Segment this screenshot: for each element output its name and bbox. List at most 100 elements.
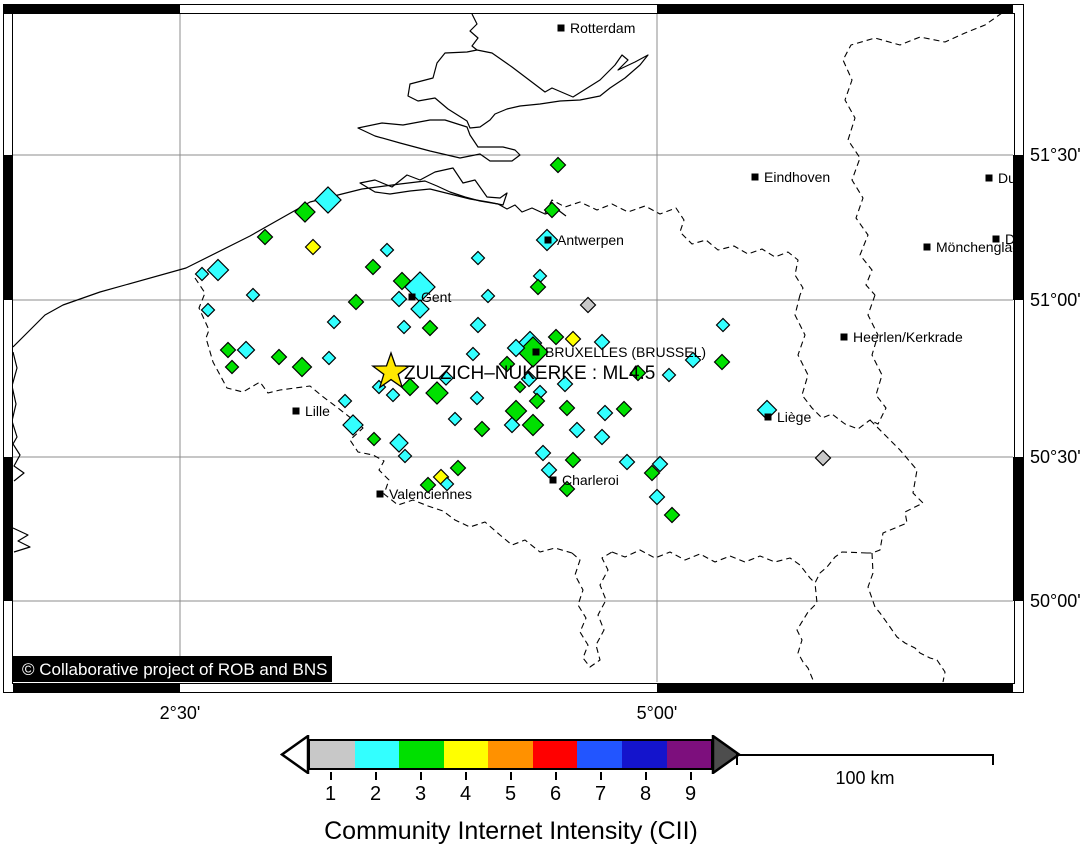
intensity-diamond[interactable]	[545, 203, 560, 218]
intensity-diamond[interactable]	[315, 187, 341, 213]
intensity-diamond[interactable]	[467, 348, 480, 361]
city-square-icon	[377, 491, 384, 498]
colorbar-number: 7	[581, 783, 621, 806]
intensity-diamond[interactable]	[295, 202, 315, 222]
colorbar-color-segment	[667, 741, 712, 768]
intensity-diamond[interactable]	[339, 395, 352, 408]
intensity-diamond[interactable]	[534, 270, 547, 283]
coastline	[408, 50, 648, 128]
frame-border-black-segment	[657, 5, 1013, 14]
intensity-diamond[interactable]	[202, 304, 215, 317]
epicenter-label: ZULZICH–NUKERKE : ML4.5	[404, 363, 655, 384]
intensity-diamond[interactable]	[366, 260, 381, 275]
colorbar-tick	[330, 772, 332, 780]
intensity-diamond[interactable]	[423, 321, 438, 336]
intensity-diamond[interactable]	[523, 415, 544, 436]
intensity-diamond[interactable]	[451, 461, 466, 476]
intensity-diamond[interactable]	[349, 295, 364, 310]
intensity-diamond[interactable]	[665, 508, 680, 523]
frame-border-black-segment	[4, 155, 13, 300]
intensity-diamond[interactable]	[551, 158, 566, 173]
intensity-diamond[interactable]	[426, 382, 448, 404]
city-square-icon	[533, 349, 540, 356]
intensity-diamond[interactable]	[272, 350, 287, 365]
intensity-diamond[interactable]	[595, 430, 610, 445]
intensity-diamond[interactable]	[328, 316, 341, 329]
intensity-diamond[interactable]	[570, 423, 585, 438]
intensity-diamond[interactable]	[368, 433, 381, 446]
intensity-diamond[interactable]	[471, 318, 486, 333]
city-label: Mönchengladbach	[936, 239, 1013, 255]
city-square-icon	[752, 174, 759, 181]
colorbar-segments	[308, 739, 713, 770]
intensity-diamond[interactable]	[650, 490, 665, 505]
map-area[interactable]: RotterdamEindhovenDuisburgAntwerpenDüsse…	[13, 14, 1013, 682]
intensity-diamond[interactable]	[663, 369, 676, 382]
city-label: Antwerpen	[557, 232, 624, 248]
intensity-diamond[interactable]	[506, 401, 527, 422]
country-border-dashed	[797, 552, 867, 680]
coastline	[13, 528, 30, 552]
intensity-diamond[interactable]	[531, 280, 546, 295]
copyright-banner: © Collaborative project of ROB and BNS	[13, 656, 332, 682]
intensity-diamond[interactable]	[392, 292, 407, 307]
intensity-diamond[interactable]	[221, 343, 236, 358]
colorbar-tick	[645, 772, 647, 780]
intensity-diamond[interactable]	[536, 446, 551, 461]
intensity-diamond[interactable]	[258, 230, 273, 245]
colorbar-number: 3	[401, 783, 441, 806]
intensity-diamond[interactable]	[717, 319, 730, 332]
intensity-diamond[interactable]	[399, 450, 412, 463]
intensity-diamond[interactable]	[482, 290, 495, 303]
intensity-diamond[interactable]	[238, 342, 255, 359]
city-square-icon	[293, 408, 300, 415]
city-square-icon	[409, 294, 416, 301]
intensity-diamond[interactable]	[475, 422, 490, 437]
frame-border-black-segment	[1013, 457, 1023, 601]
latitude-tick-label: 51°30'	[1030, 144, 1088, 166]
colorbar-left-arrow-icon	[280, 735, 310, 774]
city-label: Gent	[421, 289, 451, 305]
latitude-tick-label: 50°30'	[1030, 446, 1088, 468]
map-canvas[interactable]: RotterdamEindhovenDuisburgAntwerpenDüsse…	[13, 14, 1013, 682]
intensity-diamond[interactable]	[208, 260, 229, 281]
colorbar-number: 6	[536, 783, 576, 806]
city-label: Lille	[305, 403, 330, 419]
intensity-diamond[interactable]	[343, 415, 363, 435]
scale-bar-left-cap	[736, 754, 738, 765]
city-square-icon	[841, 334, 848, 341]
intensity-diamond[interactable]	[617, 402, 632, 417]
intensity-diamond[interactable]	[598, 406, 613, 421]
intensity-diamond[interactable]	[306, 240, 321, 255]
city-markers: RotterdamEindhovenDuisburgAntwerpenDüsse…	[293, 20, 1014, 502]
city-square-icon	[550, 477, 557, 484]
intensity-diamond[interactable]	[398, 321, 411, 334]
intensity-diamond[interactable]	[472, 252, 485, 265]
scale-bar-right-cap	[992, 754, 994, 765]
colorbar-number: 9	[671, 783, 711, 806]
intensity-diamond[interactable]	[542, 463, 557, 478]
colorbar-tick	[510, 772, 512, 780]
intensity-diamond[interactable]	[226, 361, 239, 374]
colorbar-number: 1	[311, 783, 351, 806]
frame-border-black-segment	[4, 5, 180, 14]
intensity-diamond[interactable]	[449, 413, 462, 426]
intensity-diamond[interactable]	[816, 451, 831, 466]
country-border-dashed	[612, 550, 815, 583]
intensity-diamond[interactable]	[323, 352, 336, 365]
intensity-diamond[interactable]	[549, 330, 564, 345]
intensity-diamond[interactable]	[471, 392, 484, 405]
frame-border-black-segment	[1013, 155, 1023, 300]
country-border-dashed	[867, 420, 923, 553]
intensity-diamond[interactable]	[566, 453, 581, 468]
intensity-diamond[interactable]	[560, 401, 575, 416]
intensity-diamond[interactable]	[196, 268, 209, 281]
country-border-dashed	[868, 295, 886, 424]
intensity-diamond[interactable]	[381, 244, 394, 257]
intensity-diamond[interactable]	[387, 389, 400, 402]
intensity-diamond[interactable]	[715, 355, 730, 370]
city-square-icon	[924, 244, 931, 251]
latitude-tick-label: 51°00'	[1030, 289, 1088, 311]
colorbar-tick	[555, 772, 557, 780]
intensity-diamond[interactable]	[293, 358, 312, 377]
